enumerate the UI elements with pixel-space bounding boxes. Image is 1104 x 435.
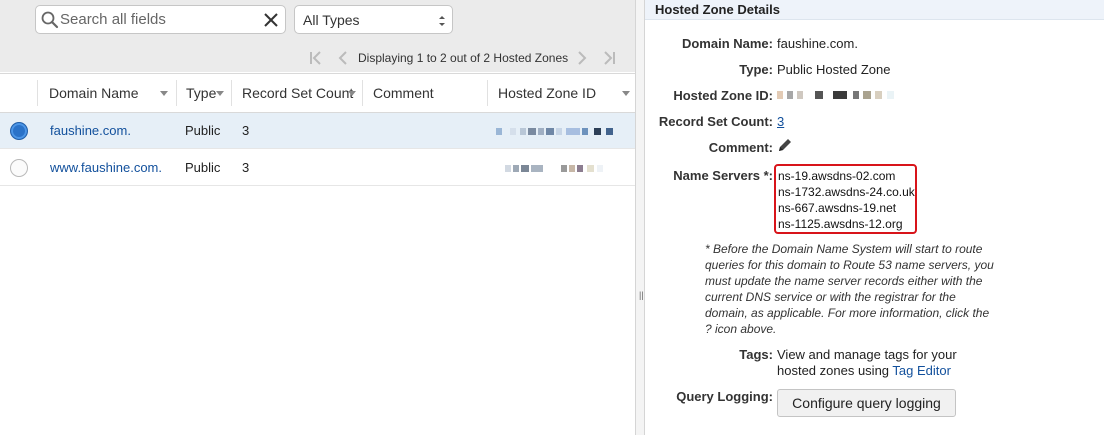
- table-row[interactable]: faushine.com. Public 3: [0, 113, 635, 149]
- row-record-count: 3: [242, 123, 250, 138]
- row-type: Public: [185, 123, 221, 138]
- clear-search-icon[interactable]: [261, 10, 281, 30]
- name-servers-list: ns-19.awsdns-02.com ns-1732.awsdns-24.co…: [774, 164, 917, 234]
- row-domain-name-link[interactable]: faushine.com.: [50, 123, 131, 138]
- query-logging-label: Query Logging:: [676, 389, 773, 404]
- record-set-count-value: 3: [777, 114, 784, 129]
- tags-label: Tags:: [739, 347, 773, 362]
- column-divider: [176, 80, 177, 106]
- comment-label: Comment:: [708, 140, 773, 155]
- table-header: Domain Name Type Record Set Count Commen…: [0, 73, 635, 113]
- column-divider: [362, 80, 363, 106]
- column-header-label: Type: [186, 85, 217, 101]
- select-arrows-icon: [439, 16, 445, 26]
- hosted-zone-details-pane: Hosted Zone Details Domain Name: faushin…: [645, 0, 1104, 435]
- previous-page-icon[interactable]: [333, 48, 353, 68]
- search-input[interactable]: [60, 9, 260, 30]
- redacted-zone-id: [496, 128, 613, 135]
- name-server-item: ns-19.awsdns-02.com: [778, 169, 896, 183]
- row-domain-name-link[interactable]: www.faushine.com.: [50, 160, 162, 175]
- hosted-zone-id-label: Hosted Zone ID:: [673, 88, 773, 103]
- table-row[interactable]: www.faushine.com. Public 3: [0, 150, 635, 186]
- details-header: Hosted Zone Details: [645, 0, 1104, 20]
- column-divider: [487, 80, 488, 106]
- column-header-label: Domain Name: [49, 85, 139, 101]
- column-divider: [37, 80, 38, 106]
- sort-arrow-icon: [348, 91, 356, 96]
- name-servers-note: * Before the Domain Name System will sta…: [705, 242, 994, 336]
- last-page-icon[interactable]: [598, 48, 618, 68]
- column-header-comment[interactable]: Comment: [373, 74, 473, 112]
- domain-name-label: Domain Name:: [681, 36, 773, 51]
- hosted-zones-list-pane: All Types Displaying 1 to 2 out of 2 Hos…: [0, 0, 635, 435]
- configure-query-logging-button[interactable]: Configure query logging: [777, 389, 956, 417]
- type-filter-select[interactable]: All Types: [294, 5, 453, 34]
- tags-value: View and manage tags for your hosted zon…: [777, 347, 977, 379]
- splitter-grip-icon[interactable]: ||: [639, 290, 644, 300]
- type-filter-value: All Types: [303, 12, 360, 28]
- row-select-radio[interactable]: [10, 122, 28, 140]
- list-toolbar: All Types Displaying 1 to 2 out of 2 Hos…: [0, 0, 635, 72]
- name-server-item: ns-1732.awsdns-24.co.uk: [778, 185, 915, 199]
- type-value: Public Hosted Zone: [777, 62, 891, 77]
- row-select-radio[interactable]: [10, 159, 28, 177]
- column-header-label: Record Set Count: [242, 85, 354, 101]
- sort-arrow-icon: [622, 91, 630, 96]
- sort-arrow-icon: [216, 91, 224, 96]
- tag-editor-link[interactable]: Tag Editor: [892, 363, 951, 378]
- details-title: Hosted Zone Details: [655, 2, 780, 17]
- name-servers-label: Name Servers *:: [673, 168, 773, 183]
- row-type: Public: [185, 160, 221, 175]
- column-header-label: Hosted Zone ID: [498, 85, 597, 101]
- name-server-item: ns-1125.awsdns-12.org: [778, 217, 903, 231]
- row-record-count: 3: [242, 160, 250, 175]
- redacted-zone-id: [505, 165, 603, 172]
- sort-arrow-icon: [160, 91, 168, 96]
- column-header-record-set-count[interactable]: Record Set Count: [242, 74, 362, 112]
- search-icon: [41, 11, 59, 29]
- record-set-count-label: Record Set Count:: [658, 114, 773, 129]
- redacted-hosted-zone-id: [777, 91, 894, 99]
- first-page-icon[interactable]: [307, 48, 327, 68]
- column-divider: [231, 80, 232, 106]
- domain-name-value: faushine.com.: [777, 36, 858, 51]
- pane-splitter[interactable]: ||: [635, 0, 645, 435]
- edit-pencil-icon[interactable]: [777, 137, 793, 153]
- search-box[interactable]: [35, 5, 286, 34]
- column-header-label: Comment: [373, 85, 434, 101]
- next-page-icon[interactable]: [572, 48, 592, 68]
- column-header-hosted-zone-id[interactable]: Hosted Zone ID: [498, 74, 633, 112]
- column-header-domain-name[interactable]: Domain Name: [49, 74, 174, 112]
- type-label: Type:: [739, 62, 773, 77]
- column-header-type[interactable]: Type: [186, 74, 231, 112]
- pagination-text: Displaying 1 to 2 out of 2 Hosted Zones: [358, 51, 569, 65]
- name-server-item: ns-667.awsdns-19.net: [778, 201, 897, 215]
- record-set-count-link[interactable]: 3: [777, 114, 784, 129]
